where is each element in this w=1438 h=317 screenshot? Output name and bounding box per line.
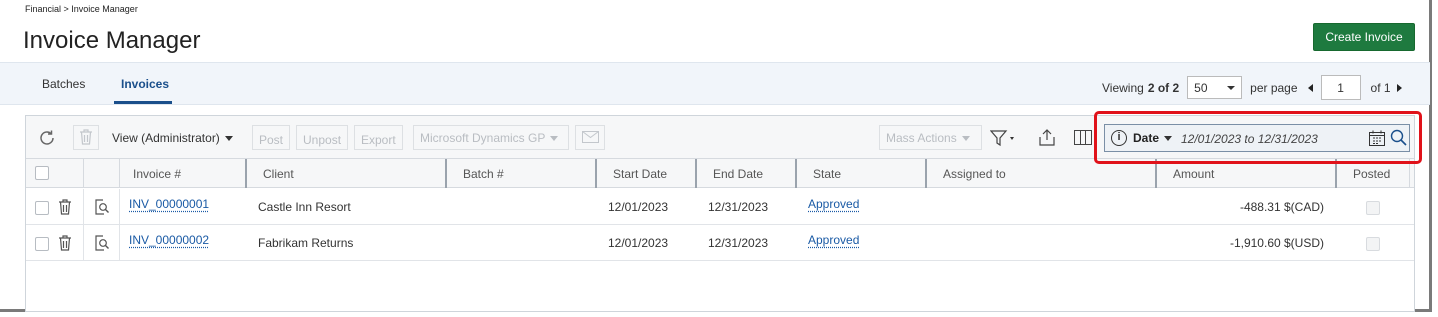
view-selector[interactable]: View (Administrator) (112, 131, 233, 145)
trash-icon (80, 129, 92, 145)
tab-invoices[interactable]: Invoices (121, 77, 169, 91)
mass-actions-label: Mass Actions (886, 131, 957, 145)
chevron-down-icon (961, 136, 970, 142)
pager: Viewing 2 of 2 50 per page 1 of 1 (1102, 75, 1402, 100)
column-header-batch[interactable]: Batch # (463, 167, 504, 181)
column-resize-handle[interactable] (695, 159, 697, 188)
share-icon[interactable] (1038, 128, 1056, 147)
envelope-icon (582, 131, 599, 143)
highlight-annotation (1094, 111, 1422, 164)
end-date-cell: 12/31/2023 (708, 200, 769, 214)
column-header-state[interactable]: State (813, 167, 841, 181)
tab-batches[interactable]: Batches (42, 77, 85, 91)
filter-icon[interactable] (990, 130, 1018, 147)
invoice-link[interactable]: INV_00000001 (129, 197, 209, 211)
column-divider (119, 159, 120, 188)
page-total-label: of 1 (1370, 80, 1391, 95)
column-divider (119, 189, 120, 225)
unpost-button[interactable]: Unpost (296, 125, 349, 150)
chevron-down-icon (1227, 86, 1236, 90)
column-resize-handle[interactable] (795, 159, 797, 188)
client-cell: Castle Inn Resort (258, 200, 351, 214)
column-header-invoice[interactable]: Invoice # (133, 167, 181, 181)
tab-bar: Batches Invoices Viewing 2 of 2 50 per p… (0, 62, 1430, 105)
amount-cell: -1,910.60 $(USD) (1229, 236, 1324, 250)
invoice-manager-page: Financial > Invoice Manager Invoice Mana… (0, 0, 1432, 312)
preview-icon[interactable] (94, 235, 110, 251)
amount-cell: -488.31 $(CAD) (1239, 200, 1324, 214)
posted-checkbox (1366, 237, 1380, 251)
column-header-amount[interactable]: Amount (1173, 167, 1214, 181)
viewing-count: 2 of 2 (1147, 80, 1180, 95)
client-cell: Fabrikam Returns (258, 236, 354, 250)
chevron-down-icon (224, 136, 233, 142)
columns-icon[interactable] (1074, 130, 1092, 145)
column-resize-handle[interactable] (245, 159, 247, 188)
start-date-cell: 12/01/2023 (608, 236, 669, 250)
column-divider (83, 225, 84, 261)
post-button[interactable]: Post (252, 125, 291, 150)
previous-page-icon[interactable] (1307, 83, 1313, 92)
column-divider (119, 225, 120, 261)
trash-icon[interactable] (58, 235, 72, 251)
column-header-client[interactable]: Client (263, 167, 294, 181)
chevron-down-icon (550, 136, 559, 142)
row-checkbox[interactable] (35, 237, 49, 251)
delete-button[interactable] (73, 125, 99, 150)
integration-dropdown[interactable]: Microsoft Dynamics GP (413, 125, 569, 150)
invoice-link[interactable]: INV_00000002 (129, 233, 209, 247)
create-invoice-button[interactable]: Create Invoice (1313, 23, 1415, 51)
column-resize-handle[interactable] (925, 159, 927, 188)
column-header-end-date[interactable]: End Date (713, 167, 763, 181)
table-row[interactable]: INV_00000001 Castle Inn Resort 12/01/202… (26, 189, 1414, 225)
table-row[interactable]: INV_00000002 Fabrikam Returns 12/01/2023… (26, 225, 1414, 261)
page-number-input[interactable]: 1 (1320, 75, 1361, 100)
state-link[interactable]: Approved (808, 197, 859, 211)
breadcrumb[interactable]: Financial > Invoice Manager (25, 4, 138, 14)
export-button[interactable]: Export (354, 125, 403, 150)
end-date-cell: 12/31/2023 (708, 236, 769, 250)
start-date-cell: 12/01/2023 (608, 200, 669, 214)
refresh-icon[interactable] (38, 129, 56, 147)
next-page-icon[interactable] (1396, 83, 1402, 92)
per-page-label: per page (1250, 80, 1298, 95)
state-link[interactable]: Approved (808, 233, 859, 247)
email-button[interactable] (575, 125, 605, 150)
preview-icon[interactable] (94, 199, 110, 215)
viewing-label: Viewing (1102, 80, 1144, 95)
view-selector-label: View (Administrator) (112, 131, 220, 145)
posted-checkbox (1366, 201, 1380, 215)
page-title: Invoice Manager (23, 27, 201, 54)
trash-icon[interactable] (58, 199, 72, 215)
column-header-posted[interactable]: Posted (1353, 167, 1390, 181)
column-divider (83, 189, 84, 225)
row-checkbox[interactable] (35, 201, 49, 215)
integration-label: Microsoft Dynamics GP (420, 131, 546, 145)
per-page-select[interactable]: 50 (1187, 76, 1243, 99)
active-tab-indicator (114, 101, 172, 104)
select-all-checkbox[interactable] (35, 166, 49, 180)
per-page-value: 50 (1194, 81, 1208, 95)
column-header-start-date[interactable]: Start Date (613, 167, 667, 181)
column-header-assigned-to[interactable]: Assigned to (943, 167, 1006, 181)
column-resize-handle[interactable] (595, 159, 597, 188)
column-resize-handle[interactable] (445, 159, 447, 188)
column-divider (83, 159, 84, 188)
mass-actions-dropdown[interactable]: Mass Actions (879, 125, 982, 150)
